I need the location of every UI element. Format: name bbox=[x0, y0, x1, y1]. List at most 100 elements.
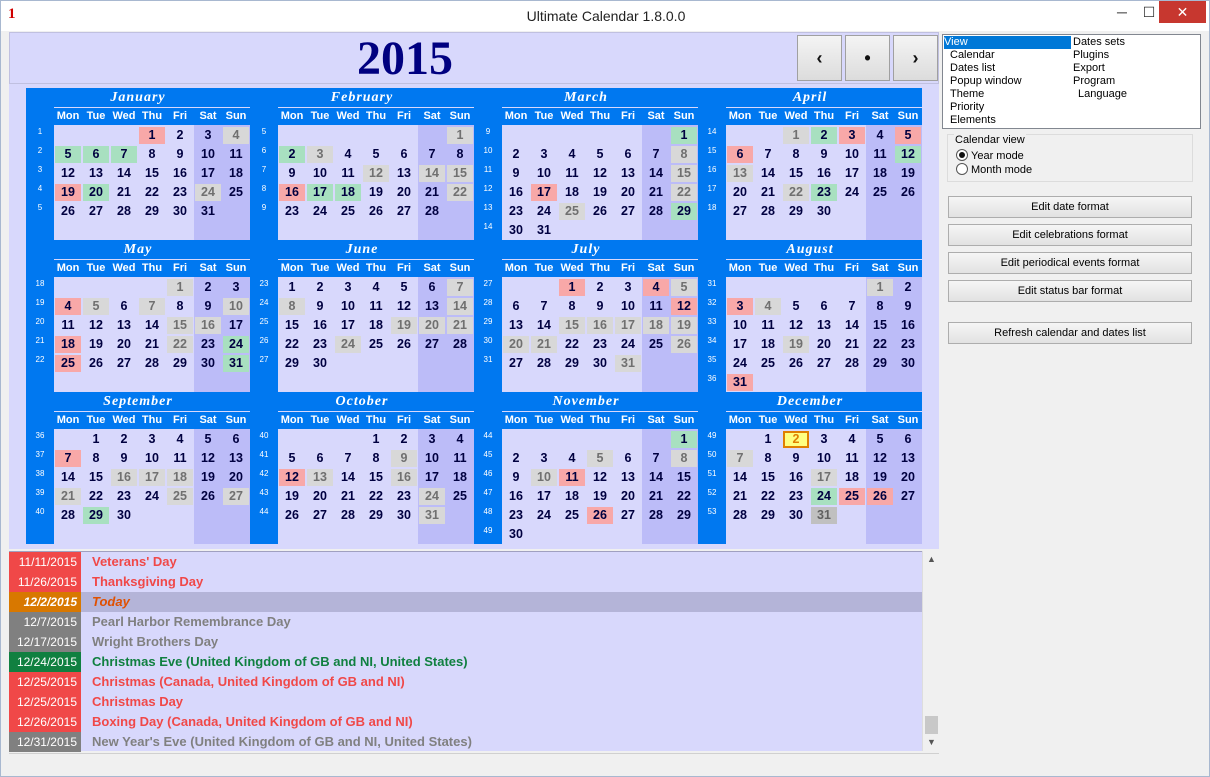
day-cell[interactable]: 25 bbox=[363, 336, 389, 353]
day-cell[interactable]: 17 bbox=[727, 336, 753, 353]
list-item[interactable]: 12/25/2015 Christmas (Canada, United King… bbox=[9, 672, 922, 692]
month-title[interactable]: August bbox=[698, 240, 922, 259]
day-cell[interactable]: 30 bbox=[503, 222, 529, 239]
day-cell[interactable]: 25 bbox=[559, 203, 585, 220]
previous-year-button[interactable]: ‹ bbox=[797, 35, 842, 81]
day-cell[interactable]: 10 bbox=[139, 450, 165, 467]
day-cell[interactable]: 31 bbox=[195, 203, 221, 220]
today-cell[interactable]: 2 bbox=[783, 431, 809, 448]
day-cell[interactable]: 4 bbox=[223, 127, 249, 144]
tree-item-theme[interactable]: Theme bbox=[950, 88, 984, 101]
day-cell[interactable]: 30 bbox=[167, 203, 193, 220]
day-cell[interactable]: 15 bbox=[671, 469, 697, 486]
day-cell[interactable]: 12 bbox=[195, 450, 221, 467]
close-button[interactable]: ✕ bbox=[1159, 1, 1206, 23]
day-cell[interactable]: 18 bbox=[839, 469, 865, 486]
day-cell[interactable]: 24 bbox=[531, 507, 557, 524]
day-cell[interactable]: 15 bbox=[167, 317, 193, 334]
day-cell[interactable]: 21 bbox=[643, 184, 669, 201]
day-cell[interactable]: 24 bbox=[195, 184, 221, 201]
day-cell[interactable]: 10 bbox=[335, 298, 361, 315]
day-cell[interactable]: 28 bbox=[111, 203, 137, 220]
day-cell[interactable]: 5 bbox=[279, 450, 305, 467]
day-cell[interactable]: 1 bbox=[867, 279, 893, 296]
list-item[interactable]: 12/31/2015 New Year's Eve (United Kingdom… bbox=[9, 732, 922, 752]
day-cell[interactable]: 16 bbox=[307, 317, 333, 334]
day-cell[interactable]: 12 bbox=[279, 469, 305, 486]
day-cell[interactable]: 30 bbox=[111, 507, 137, 524]
edit-date-format-button[interactable]: Edit date format bbox=[948, 196, 1192, 218]
day-cell[interactable]: 10 bbox=[811, 450, 837, 467]
day-cell[interactable]: 11 bbox=[755, 317, 781, 334]
day-cell[interactable]: 9 bbox=[307, 298, 333, 315]
day-cell[interactable]: 29 bbox=[755, 507, 781, 524]
tree-item-export[interactable]: Export bbox=[1073, 62, 1105, 75]
day-cell[interactable]: 8 bbox=[447, 146, 473, 163]
day-cell[interactable]: 23 bbox=[307, 336, 333, 353]
day-cell[interactable]: 6 bbox=[615, 146, 641, 163]
day-cell[interactable]: 19 bbox=[363, 184, 389, 201]
day-cell[interactable]: 20 bbox=[391, 184, 417, 201]
day-cell[interactable]: 20 bbox=[223, 469, 249, 486]
day-cell[interactable]: 18 bbox=[867, 165, 893, 182]
day-cell[interactable]: 22 bbox=[279, 336, 305, 353]
day-cell[interactable]: 4 bbox=[643, 279, 669, 296]
day-cell[interactable]: 22 bbox=[363, 488, 389, 505]
day-cell[interactable]: 20 bbox=[727, 184, 753, 201]
day-cell[interactable]: 27 bbox=[811, 355, 837, 372]
day-cell[interactable]: 20 bbox=[615, 184, 641, 201]
day-cell[interactable]: 17 bbox=[531, 488, 557, 505]
day-cell[interactable]: 2 bbox=[895, 279, 921, 296]
list-item[interactable]: 12/17/2015 Wright Brothers Day bbox=[9, 632, 922, 652]
day-cell[interactable]: 25 bbox=[55, 355, 81, 372]
day-cell[interactable]: 28 bbox=[419, 203, 445, 220]
day-cell[interactable]: 6 bbox=[223, 431, 249, 448]
day-cell[interactable]: 29 bbox=[671, 507, 697, 524]
day-cell[interactable]: 16 bbox=[111, 469, 137, 486]
settings-tree[interactable]: View Calendar Dates list Popup window Theme P… bbox=[942, 34, 1201, 129]
day-cell[interactable]: 13 bbox=[419, 298, 445, 315]
day-cell[interactable]: 20 bbox=[307, 488, 333, 505]
day-cell[interactable]: 1 bbox=[279, 279, 305, 296]
day-cell[interactable]: 26 bbox=[783, 355, 809, 372]
month-title[interactable]: July bbox=[474, 240, 698, 259]
day-cell[interactable]: 16 bbox=[279, 184, 305, 201]
day-cell[interactable]: 16 bbox=[587, 317, 613, 334]
day-cell[interactable]: 23 bbox=[111, 488, 137, 505]
day-cell[interactable]: 6 bbox=[307, 450, 333, 467]
day-cell[interactable]: 3 bbox=[727, 298, 753, 315]
day-cell[interactable]: 6 bbox=[419, 279, 445, 296]
radio-unchecked-icon[interactable] bbox=[956, 163, 968, 175]
day-cell[interactable]: 4 bbox=[363, 279, 389, 296]
day-cell[interactable]: 16 bbox=[811, 165, 837, 182]
day-cell[interactable]: 8 bbox=[671, 146, 697, 163]
day-cell[interactable]: 18 bbox=[335, 184, 361, 201]
month-title[interactable]: October bbox=[250, 392, 474, 411]
tree-item-popup-window[interactable]: Popup window bbox=[950, 75, 1022, 88]
day-cell[interactable]: 13 bbox=[727, 165, 753, 182]
day-cell[interactable]: 25 bbox=[867, 184, 893, 201]
day-cell[interactable]: 2 bbox=[503, 450, 529, 467]
day-cell[interactable]: 16 bbox=[783, 469, 809, 486]
day-cell[interactable]: 25 bbox=[223, 184, 249, 201]
tree-item-priority[interactable]: Priority bbox=[950, 101, 984, 114]
day-cell[interactable]: 19 bbox=[83, 336, 109, 353]
day-cell[interactable]: 14 bbox=[55, 469, 81, 486]
day-cell[interactable]: 29 bbox=[559, 355, 585, 372]
day-cell[interactable]: 1 bbox=[167, 279, 193, 296]
day-cell[interactable]: 19 bbox=[783, 336, 809, 353]
day-cell[interactable]: 25 bbox=[755, 355, 781, 372]
day-cell[interactable]: 5 bbox=[895, 127, 921, 144]
day-cell[interactable]: 6 bbox=[111, 298, 137, 315]
day-cell[interactable]: 11 bbox=[559, 469, 585, 486]
day-cell[interactable]: 18 bbox=[755, 336, 781, 353]
day-cell[interactable]: 3 bbox=[223, 279, 249, 296]
day-cell[interactable]: 6 bbox=[391, 146, 417, 163]
month-title[interactable]: April bbox=[698, 88, 922, 107]
day-cell[interactable]: 29 bbox=[363, 507, 389, 524]
day-cell[interactable]: 22 bbox=[867, 336, 893, 353]
day-cell[interactable]: 6 bbox=[615, 450, 641, 467]
day-cell[interactable]: 10 bbox=[839, 146, 865, 163]
day-cell[interactable]: 11 bbox=[363, 298, 389, 315]
day-cell[interactable]: 30 bbox=[895, 355, 921, 372]
